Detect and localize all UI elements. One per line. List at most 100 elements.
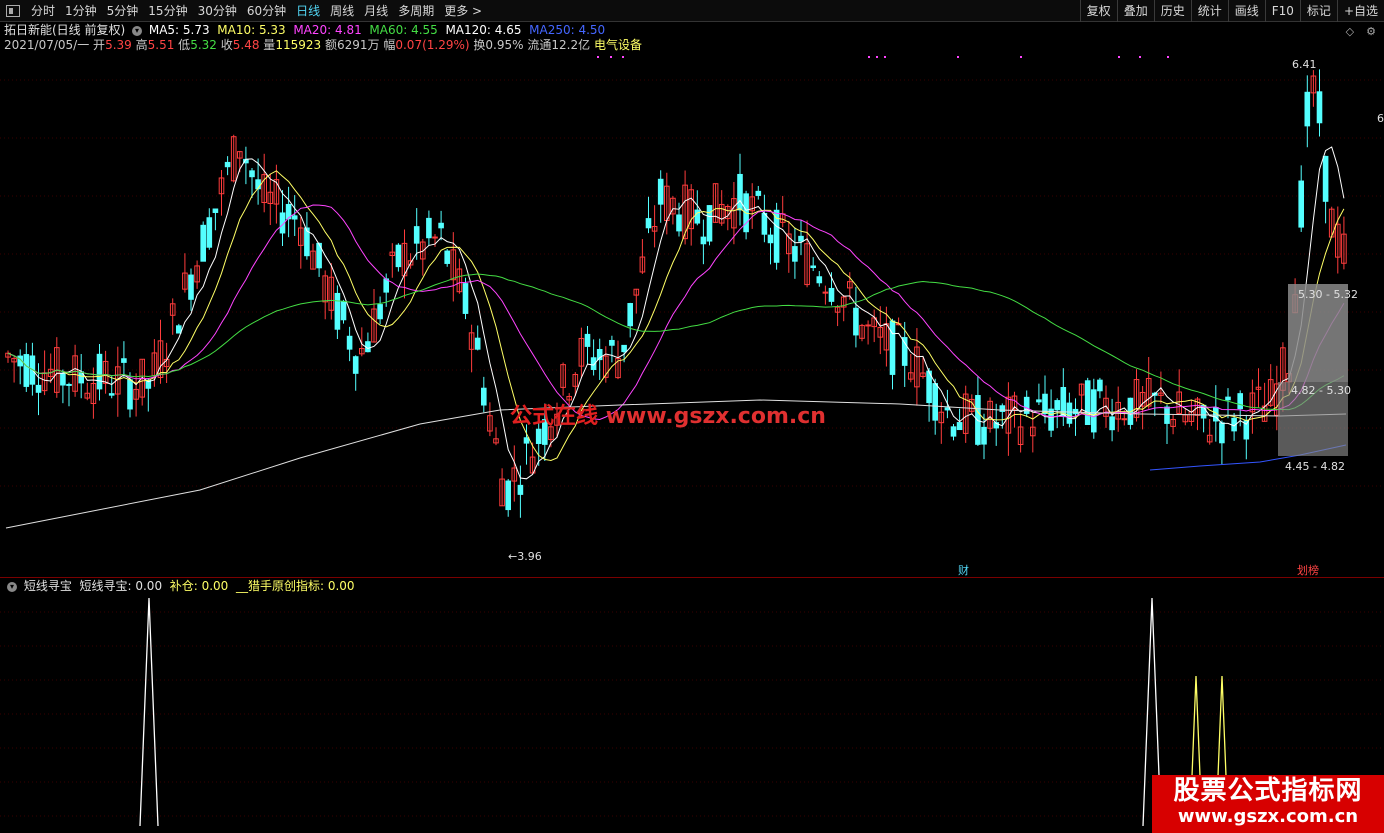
indicator-name[interactable]: 短线寻宝	[24, 579, 72, 593]
candle-body	[96, 353, 103, 390]
candle-body	[1042, 393, 1048, 415]
candle-body	[1048, 408, 1054, 431]
candle-body	[60, 372, 66, 386]
candle-body	[1084, 380, 1091, 426]
candle-body	[1054, 400, 1061, 411]
candle-body	[352, 356, 359, 374]
candle-body	[1164, 406, 1170, 424]
candle-body	[810, 265, 817, 269]
candle-body	[249, 170, 255, 178]
candle-body	[35, 384, 42, 393]
candle-body	[706, 205, 713, 242]
signal-dot	[1167, 56, 1169, 58]
axis-tick-label: 6	[1377, 112, 1384, 125]
banner-title: 股票公式指标网	[1173, 776, 1363, 806]
candle-body	[462, 283, 469, 314]
candle-body	[517, 484, 524, 495]
candle-body	[1219, 422, 1225, 444]
signal-dot	[610, 56, 612, 58]
candle-body	[1316, 91, 1323, 124]
candle-body	[334, 292, 341, 330]
candle-body	[444, 250, 450, 264]
candle-body	[212, 208, 219, 213]
candle-body	[621, 344, 627, 353]
candle-body	[1097, 379, 1103, 392]
candle-body	[609, 339, 615, 346]
candle-body	[975, 395, 981, 445]
low-price-label: ←3.96	[508, 550, 542, 563]
chip-band-label: 4.82 - 5.30	[1291, 384, 1351, 397]
candle-body	[224, 161, 231, 168]
signal-dot	[1118, 56, 1120, 58]
indicator-v1-value: 0.00	[135, 579, 163, 593]
candle-body	[816, 276, 823, 284]
candle-body	[828, 287, 835, 302]
candle-body	[657, 178, 664, 205]
candle-body	[584, 333, 591, 347]
candle-body	[121, 358, 127, 363]
site-banner[interactable]: 股票公式指标网 www.gszx.com.cn	[1152, 775, 1384, 833]
candle-body	[901, 337, 908, 366]
candle-body	[535, 428, 542, 444]
candle-body	[798, 235, 804, 242]
indicator-v2-label: 补仓	[169, 579, 194, 593]
signal-dot	[622, 56, 624, 58]
candle-body	[1237, 393, 1244, 410]
candle-body	[767, 234, 774, 244]
candle-body	[1091, 389, 1097, 433]
candle-body	[291, 215, 298, 220]
watermark-text: 公式在线	[510, 404, 599, 429]
candle-body	[1304, 91, 1311, 127]
high-price-label: 6.41	[1292, 58, 1317, 71]
candle-body	[438, 222, 444, 229]
candle-body	[1072, 408, 1079, 415]
candle-body	[676, 214, 682, 232]
candle-body	[1066, 402, 1073, 424]
candle-body	[950, 426, 957, 437]
candle-body	[523, 437, 530, 444]
candle-body	[1298, 180, 1305, 228]
candle-body	[377, 304, 383, 320]
candle-body	[432, 236, 438, 239]
candle-body	[66, 383, 72, 386]
candle-body	[694, 209, 701, 224]
candle-body	[481, 387, 487, 406]
chevron-down-icon[interactable]: ▾	[7, 581, 17, 592]
candle-body	[1225, 396, 1231, 401]
candle-body	[383, 278, 389, 293]
candle-body	[426, 217, 432, 239]
candle-body	[188, 274, 194, 300]
candle-body	[1036, 399, 1042, 403]
candle-body	[474, 337, 481, 350]
candle-body	[365, 341, 371, 353]
banner-url: www.gszx.com.cn	[1177, 806, 1359, 827]
signal-dot	[1139, 56, 1141, 58]
finance-event-marker: 财	[958, 563, 969, 577]
indicator-spike	[139, 597, 159, 827]
candle-body	[981, 426, 987, 445]
indicator-v3-label: 猎手原创指标	[247, 579, 320, 593]
candle-body	[627, 303, 634, 327]
signal-dot	[1020, 56, 1022, 58]
candle-body	[944, 407, 951, 411]
candle-body	[853, 307, 859, 336]
indicator-v1-label: 短线寻宝	[79, 579, 128, 593]
signal-dot	[957, 56, 959, 58]
ma60-line	[7, 273, 1345, 411]
candle-body	[761, 212, 768, 235]
candle-body	[395, 244, 402, 268]
candle-body	[505, 480, 511, 511]
candle-body	[889, 320, 896, 375]
candle-body	[1121, 418, 1128, 421]
panel-divider[interactable]	[0, 577, 1384, 578]
indicator-v2-value: 0.00	[201, 579, 229, 593]
candle-body	[1322, 155, 1329, 202]
indicator-header: ▾ 短线寻宝 短线寻宝: 0.00 补仓: 0.00 __猎手原创指标: 0.0…	[4, 579, 355, 594]
candle-body	[956, 422, 963, 431]
candle-body	[737, 173, 743, 211]
chip-band-label: 5.30 - 5.32	[1298, 288, 1358, 301]
candle-body	[865, 324, 871, 327]
candle-body	[932, 383, 939, 421]
candle-body	[200, 224, 206, 262]
candle-body	[176, 325, 182, 334]
